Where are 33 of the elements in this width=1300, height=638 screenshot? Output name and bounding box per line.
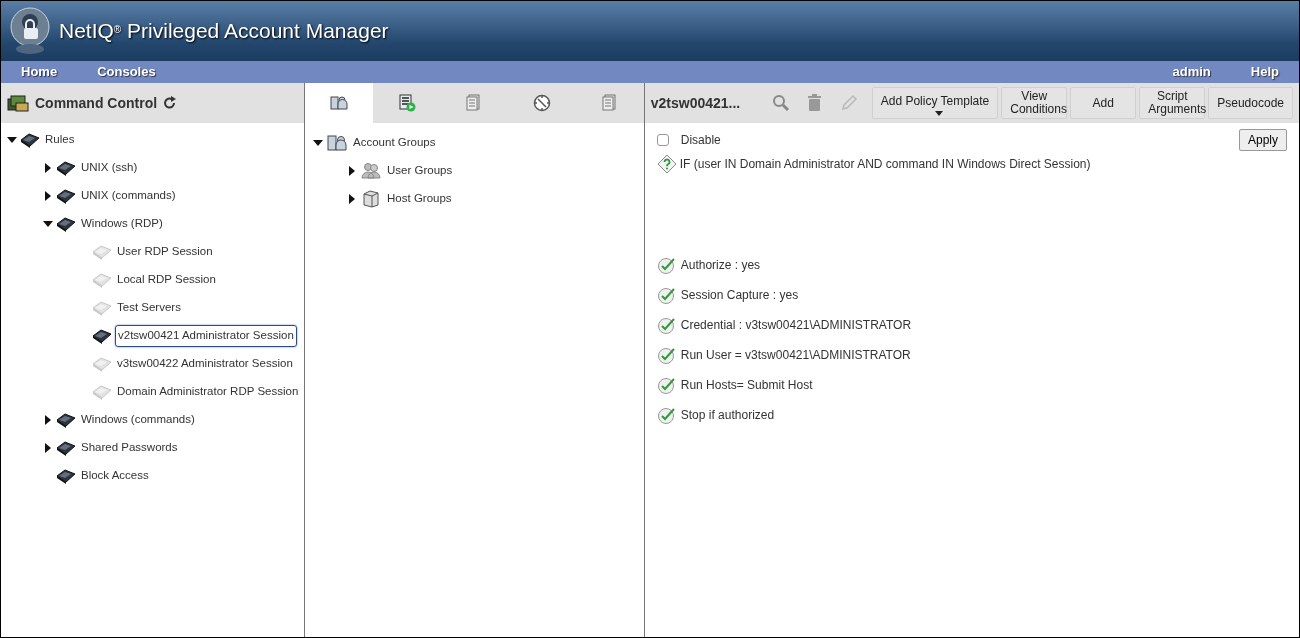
tree-item[interactable]: Windows (RDP) bbox=[79, 214, 165, 234]
tree-item[interactable]: User Groups bbox=[385, 161, 455, 181]
condition-text: IF (user IN Domain Administrator AND command IN Windows Direct Session) bbox=[679, 156, 1091, 173]
tree-item[interactable]: v2tsw00421 Administrator Session bbox=[115, 325, 297, 347]
tree-item[interactable]: Rules bbox=[43, 130, 77, 150]
tree-item[interactable]: Host Groups bbox=[385, 189, 454, 209]
tree-item[interactable]: Windows (commands) bbox=[79, 410, 197, 430]
tree-item[interactable]: User RDP Session bbox=[115, 242, 215, 262]
tree-item[interactable]: v3tsw00422 Administrator Session bbox=[115, 354, 295, 374]
checkbox-label: Disable bbox=[680, 132, 721, 149]
tree-item[interactable]: Test Servers bbox=[115, 298, 183, 318]
tree-item[interactable]: UNIX (ssh) bbox=[79, 158, 140, 178]
panel-title: Command Control bbox=[35, 93, 158, 113]
rule-title: v2tsw00421... bbox=[650, 93, 742, 113]
tree-item[interactable]: Account Groups bbox=[351, 133, 438, 153]
tree-item[interactable]: UNIX (commands) bbox=[79, 186, 178, 206]
apply-button[interactable]: Apply bbox=[1238, 129, 1287, 151]
toolbar-button[interactable]: Pseudocode bbox=[1208, 87, 1293, 119]
action-text: Authorize : yes bbox=[680, 257, 761, 274]
action-text: Session Capture : yes bbox=[680, 287, 799, 304]
action-text: Credential : v3tsw00421\ADMINISTRATOR bbox=[680, 317, 912, 334]
action-text: Stop if authorized bbox=[680, 407, 775, 424]
toolbar-button[interactable]: Add Policy Template bbox=[871, 87, 999, 119]
tree-item[interactable]: Block Access bbox=[79, 466, 151, 486]
toolbar-button[interactable]: Add bbox=[1070, 87, 1137, 119]
tree-item[interactable]: Domain Administrator RDP Session bbox=[115, 382, 301, 402]
tree-item[interactable]: Shared Passwords bbox=[79, 438, 180, 458]
toolbar-button[interactable]: View Conditions bbox=[1001, 87, 1068, 119]
action-text: Run Hosts= Submit Host bbox=[680, 377, 813, 394]
action-text: Run User = v3tsw00421\ADMINISTRATOR bbox=[680, 347, 911, 364]
toolbar-button[interactable]: Script Arguments bbox=[1139, 87, 1206, 119]
app-title: NetIQ$^{®}$ Privileged Account Manager bbox=[59, 18, 389, 45]
tree-item[interactable]: Local RDP Session bbox=[115, 270, 218, 290]
